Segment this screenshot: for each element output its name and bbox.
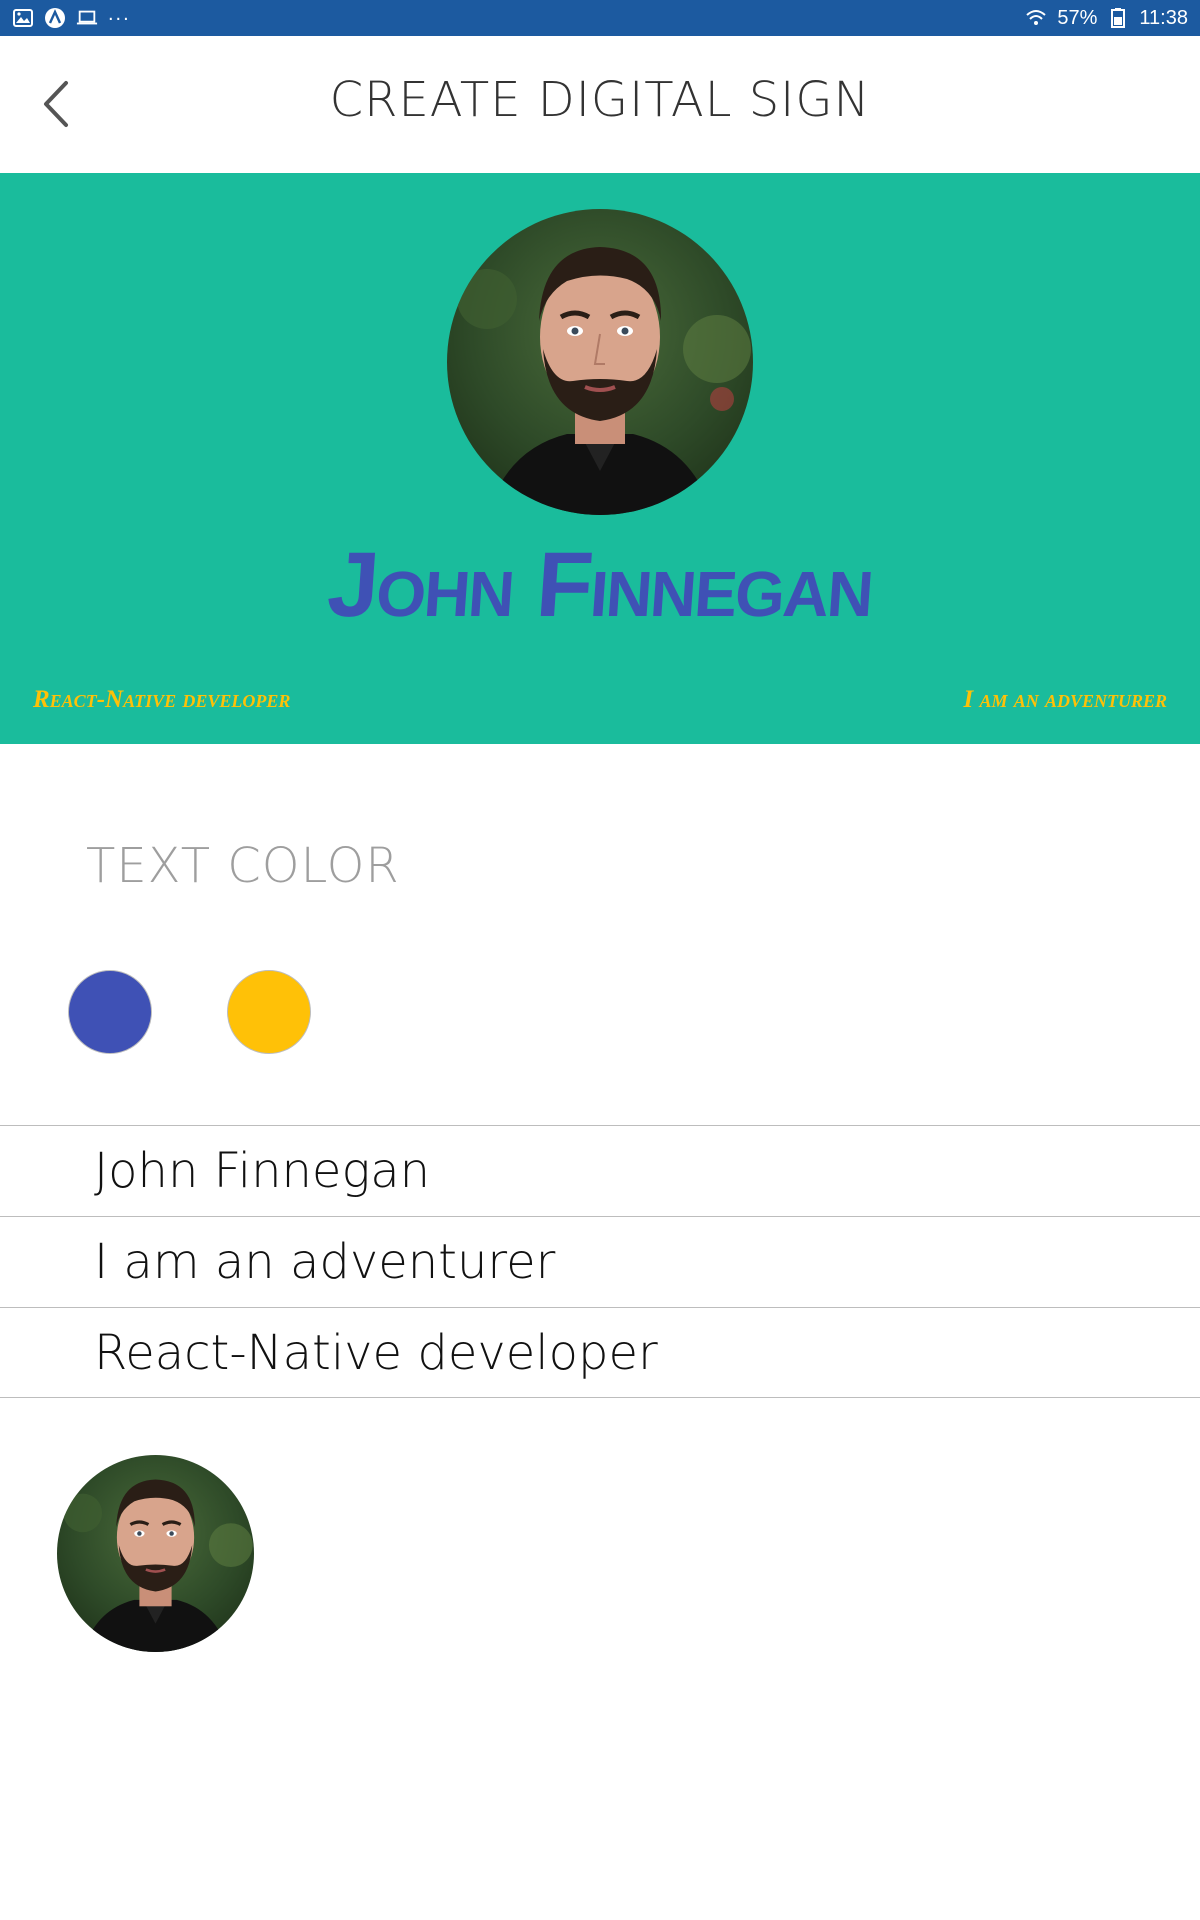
app-icon: [44, 7, 66, 29]
text-color-label: TEXT COLOR: [86, 838, 400, 894]
sign-role: React-Native developer: [33, 686, 291, 713]
wifi-icon: [1025, 7, 1047, 29]
tagline-input[interactable]: [0, 1217, 1200, 1307]
sign-tagline: I am an adventurer: [963, 686, 1167, 713]
status-left: ...: [12, 3, 131, 29]
name-field-row: [0, 1125, 1200, 1216]
clock: 11:38: [1139, 6, 1188, 29]
role-field-row: [0, 1307, 1200, 1398]
name-input[interactable]: [0, 1126, 1200, 1216]
color-swatch-blue[interactable]: [68, 970, 152, 1054]
status-right: 57% 11:38: [1025, 7, 1188, 30]
status-bar: ... 57% 11:38: [0, 0, 1200, 36]
role-input[interactable]: [0, 1308, 1200, 1397]
photo-picker-avatar[interactable]: [57, 1455, 254, 1652]
sign-preview: John Finnegan React-Native developer I a…: [0, 173, 1200, 744]
battery-icon: [1107, 7, 1129, 29]
color-swatch-yellow[interactable]: [227, 970, 311, 1054]
sign-name: John Finnegan: [324, 534, 876, 636]
more-icon: ...: [108, 3, 131, 25]
app-header: CREATE DIGITAL SIGN: [0, 36, 1200, 173]
gallery-icon: [12, 7, 34, 29]
page-title: CREATE DIGITAL SIGN: [329, 72, 871, 128]
sign-avatar: [447, 209, 753, 515]
laptop-icon: [76, 7, 98, 29]
battery-percent: 57%: [1057, 6, 1098, 29]
tagline-field-row: [0, 1216, 1200, 1307]
